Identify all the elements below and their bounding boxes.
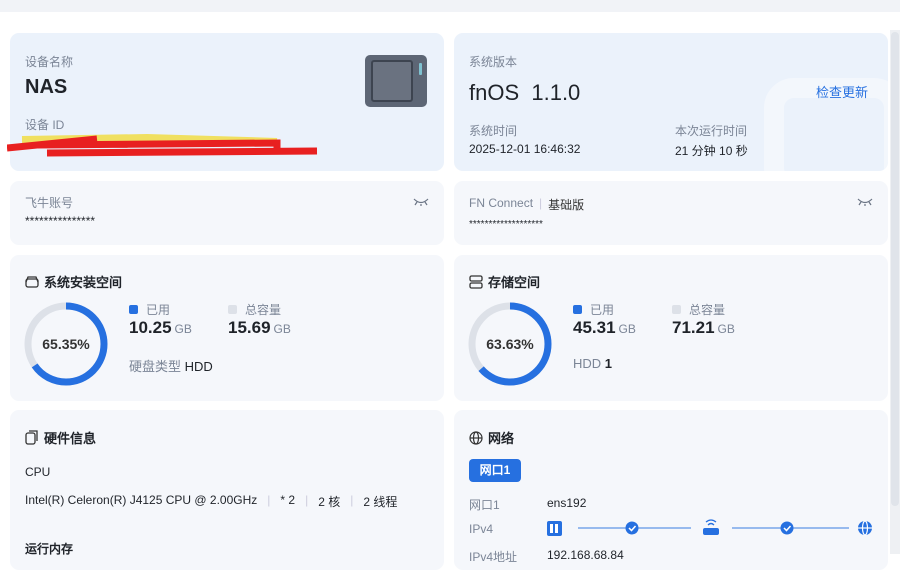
memory-label: 运行内存: [25, 542, 74, 556]
ipv4-address-label: IPv4地址: [469, 550, 518, 564]
top-bar: [0, 0, 900, 12]
ipv4-label: IPv4: [469, 522, 494, 536]
eye-closed-icon[interactable]: [857, 197, 873, 207]
ipv4-address: 192.168.68.84: [547, 548, 624, 562]
check-icon: [625, 521, 639, 535]
port-value: ens192: [547, 496, 587, 510]
scrollbar-thumb[interactable]: [891, 32, 899, 506]
system-space-title: 系统安装空间: [25, 272, 122, 291]
total-value: 71.21 GB: [672, 318, 735, 337]
fn-connect-edition: 基础版: [548, 198, 585, 212]
nas-device-icon: [365, 55, 427, 107]
cpu-label: CPU: [25, 465, 51, 479]
total-value: 15.69 GB: [228, 318, 291, 337]
legend-label: 总容量: [689, 303, 726, 317]
disk-type: 硬盘类型 HDD: [129, 359, 213, 374]
account-label: 飞牛账号: [25, 196, 74, 210]
connection-diagram: [547, 519, 872, 536]
system-time: 2025-12-01 16:46:32: [469, 142, 581, 156]
legend-label: 已用: [590, 303, 615, 317]
title-text: 系统安装空间: [44, 275, 123, 290]
used-legend: 已用: [573, 301, 614, 318]
used-value: 45.31 GB: [573, 318, 636, 337]
legend-label: 总容量: [245, 303, 282, 317]
device-card: 设备名称 NAS 设备 ID: [7, 33, 444, 171]
system-version: fnOS 1.1.0: [469, 80, 581, 105]
router-icon: [703, 528, 719, 535]
port-label: 网口1: [469, 498, 500, 512]
device-name: NAS: [25, 76, 68, 98]
storage-card: 存储空间 63.63% 已用 总容量 45.31 GB 71.21 GB HDD 1: [454, 255, 888, 401]
uptime: 21 分钟 10 秒: [675, 144, 748, 158]
redacted-scribble: [7, 133, 318, 157]
check-update-link[interactable]: 检查更新: [816, 82, 868, 101]
total-legend: 总容量: [228, 301, 281, 318]
device-icon: [25, 430, 38, 445]
account-card: 飞牛账号 ***************: [10, 181, 444, 245]
hardware-title: 硬件信息: [25, 428, 96, 447]
globe-icon: [469, 430, 483, 445]
title-text: 网络: [488, 431, 515, 446]
system-space-percent: 65.35%: [42, 336, 90, 352]
account-value: ***************: [25, 214, 96, 228]
used-value: 10.25 GB: [129, 318, 192, 337]
system-time-label: 系统时间: [469, 124, 518, 138]
title-text: 存储空间: [488, 275, 541, 290]
title-text: 硬件信息: [44, 431, 97, 446]
storage-percent: 63.63%: [486, 336, 534, 352]
legend-label: 已用: [146, 303, 171, 317]
system-version-label: 系统版本: [469, 55, 518, 69]
storage-title: 存储空间: [469, 272, 540, 291]
hardware-card: 硬件信息 CPU Intel(R) Celeron(R) J4125 CPU @…: [10, 410, 444, 570]
tab-port-1[interactable]: 网口1: [469, 459, 521, 482]
storage-icon: [469, 274, 483, 289]
network-card: 网络 网口1 网口1 ens192 IPv4 IPv4地址 192.168.68…: [454, 410, 888, 570]
check-icon: [780, 521, 794, 535]
hdd-count: HDD 1: [573, 356, 613, 371]
eye-closed-icon[interactable]: [413, 197, 429, 207]
device-name-label: 设备名称: [25, 55, 74, 69]
nas-icon: [547, 521, 562, 536]
system-space-card: 系统安装空间 65.35% 已用 总容量 10.25 GB 15.69 GB 硬盘类…: [10, 255, 444, 401]
fn-connect-label: FN Connect: [469, 196, 534, 210]
total-legend: 总容量: [672, 301, 725, 318]
disk-icon: [25, 275, 39, 288]
network-title: 网络: [469, 428, 514, 447]
fn-connect-value: *******************: [469, 219, 543, 230]
cpu-info: Intel(R) Celeron(R) J4125 CPU @ 2.00GHz |…: [25, 493, 398, 509]
uptime-label: 本次运行时间: [675, 124, 748, 138]
fn-connect-header: FN Connect | 基础版: [469, 196, 585, 212]
used-legend: 已用: [129, 301, 170, 318]
system-card: 系统版本 fnOS 1.1.0 检查更新 系统时间 2025-12-01 16:…: [454, 33, 888, 171]
fn-connect-card: FN Connect | 基础版 *******************: [454, 181, 888, 245]
